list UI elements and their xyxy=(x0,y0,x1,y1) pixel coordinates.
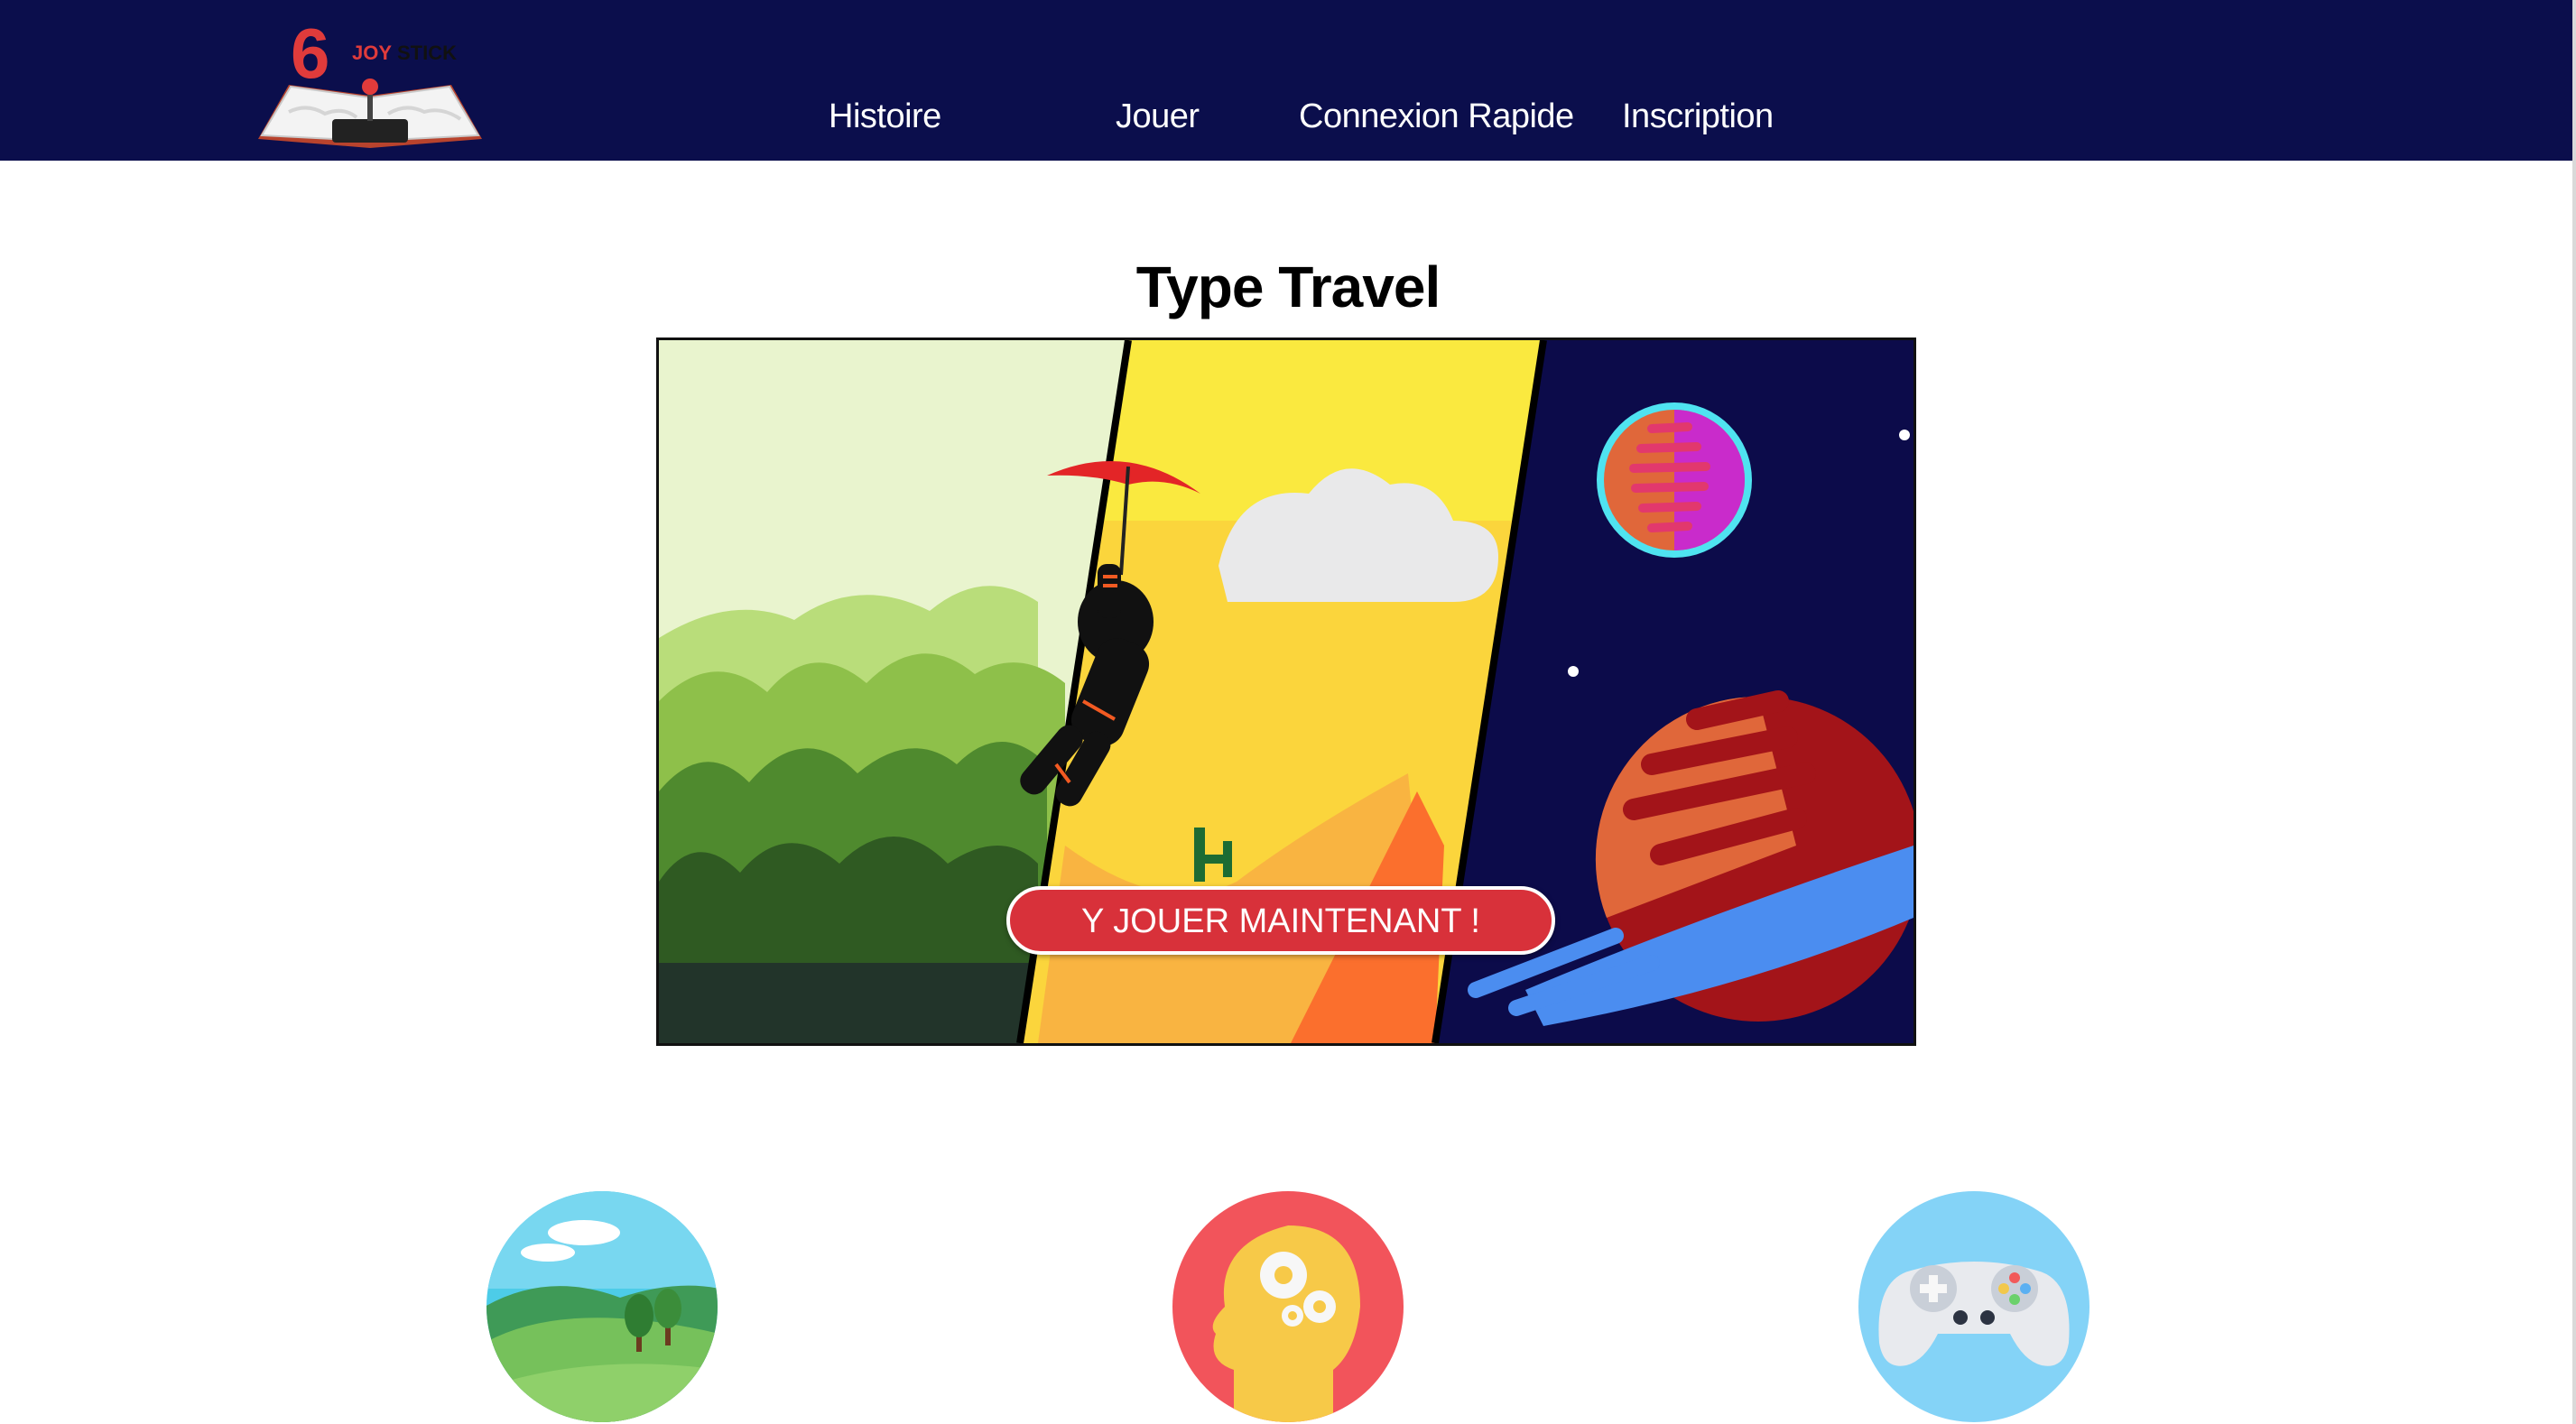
gamepad-icon xyxy=(1858,1191,2090,1422)
nav-inscription[interactable]: Inscription xyxy=(1622,97,1774,136)
nav-jouer[interactable]: Jouer xyxy=(1116,97,1200,136)
play-now-button[interactable]: Y JOUER MAINTENANT ! xyxy=(1006,886,1555,955)
logo-text-stick: STICK xyxy=(397,42,457,64)
brain-gears-icon xyxy=(1172,1191,1404,1422)
top-navigation-bar: 6 JOY STICK Histoire Jouer Connexion Rap… xyxy=(0,0,2572,161)
nav-histoire[interactable]: Histoire xyxy=(829,97,941,136)
logo-text-joy: JOY xyxy=(352,42,392,64)
nav-connexion-rapide[interactable]: Connexion Rapide xyxy=(1299,97,1574,136)
joystick-logo[interactable]: 6 JOY STICK xyxy=(253,13,487,148)
page-edge xyxy=(2572,0,2576,1424)
landscape-icon xyxy=(486,1191,718,1422)
logo-number: 6 xyxy=(291,14,329,93)
page-title: Type Travel xyxy=(1135,254,1441,319)
